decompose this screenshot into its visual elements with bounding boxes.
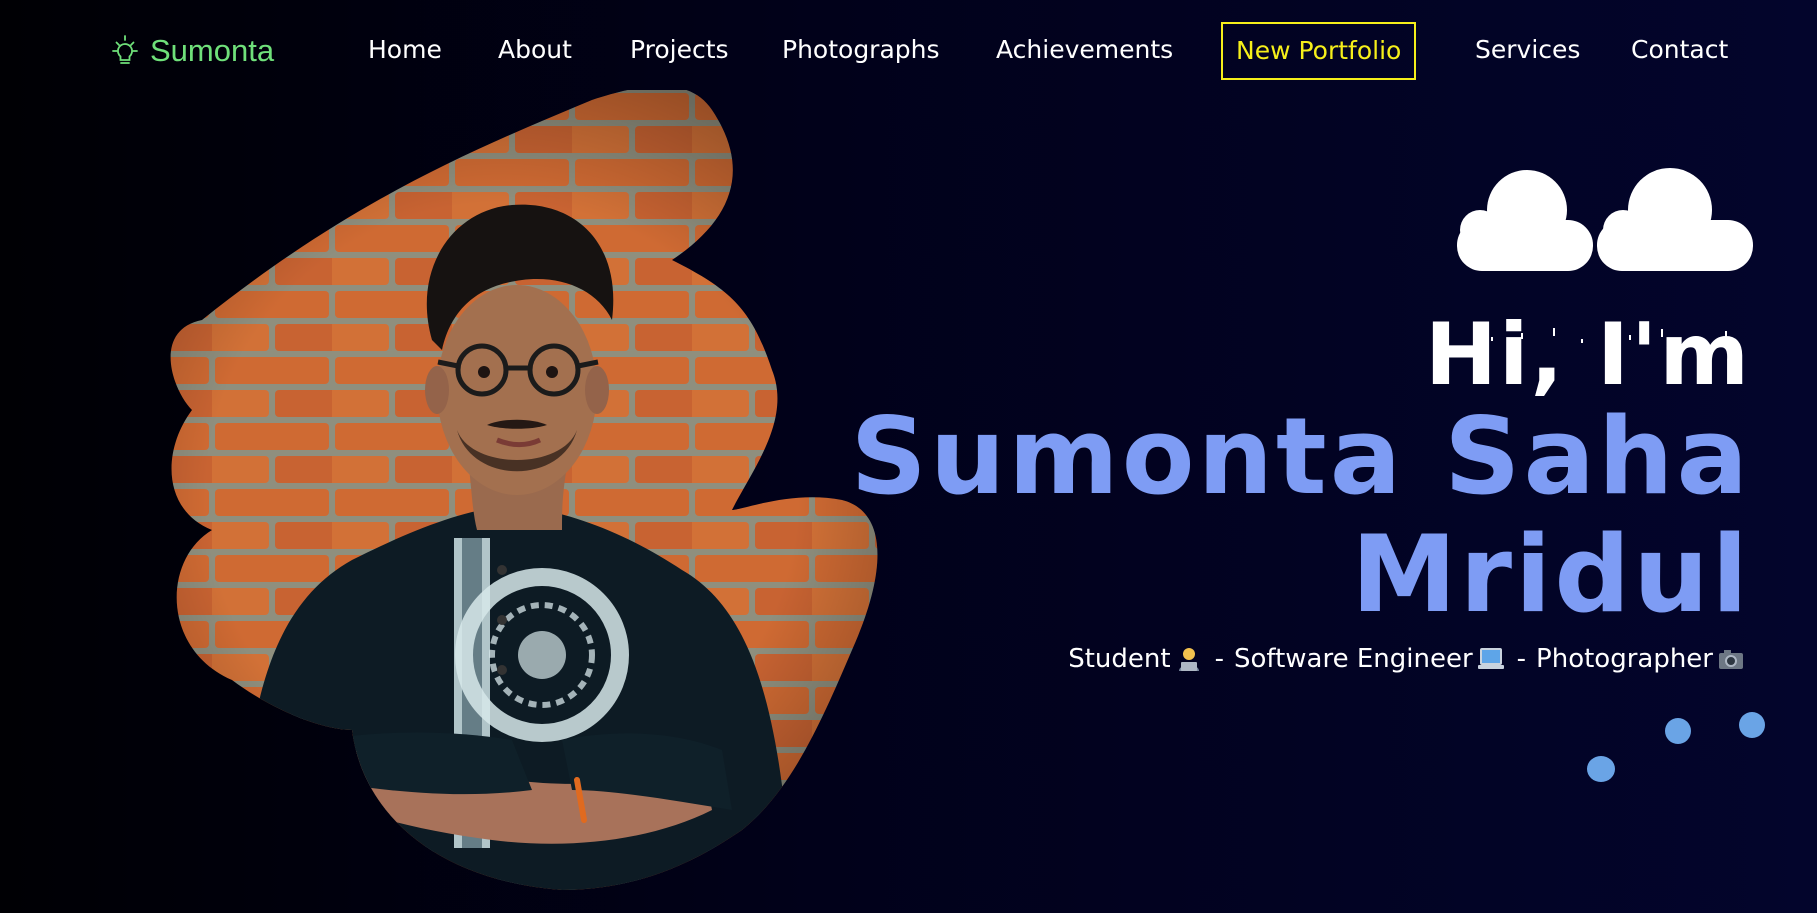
greeting-wrap: Hi, I'm [1425, 305, 1751, 405]
cloud-icon [1457, 168, 1753, 271]
role-photographer: Photographer [1536, 644, 1713, 674]
role-student: Student [1068, 644, 1171, 674]
greeting-text: Hi, I'm [1424, 305, 1751, 405]
nav-new-portfolio-button[interactable]: New Portfolio [1221, 22, 1417, 80]
decor-dot [1739, 712, 1765, 738]
camera-emoji [1719, 650, 1743, 669]
nav-projects[interactable]: Projects [630, 22, 729, 78]
laptop-emoji [1477, 648, 1504, 669]
decor-dot [1587, 756, 1615, 782]
role-software-engineer: Software Engineer [1233, 644, 1473, 674]
separator-1: - [1214, 644, 1224, 674]
hero-name-line2: Mridul [1351, 513, 1751, 636]
profile-photo [92, 90, 912, 900]
decor-dot [1665, 718, 1691, 744]
nav-services[interactable]: Services [1475, 22, 1580, 78]
main-nav: Home About Projects Photographs Achievem… [0, 22, 1817, 80]
nav-achievements[interactable]: Achievements [996, 22, 1173, 78]
nav-home[interactable]: Home [368, 22, 442, 78]
hero-tagline: Student - Software Engineer - Photograph… [1068, 644, 1751, 674]
nav-photographs[interactable]: Photographs [782, 22, 940, 78]
hero-name-line1: Sumonta Saha [850, 395, 1751, 518]
nav-about[interactable]: About [498, 22, 572, 78]
separator-2: - [1516, 644, 1527, 674]
technologist-emoji [1178, 648, 1199, 671]
nav-contact[interactable]: Contact [1631, 22, 1728, 78]
